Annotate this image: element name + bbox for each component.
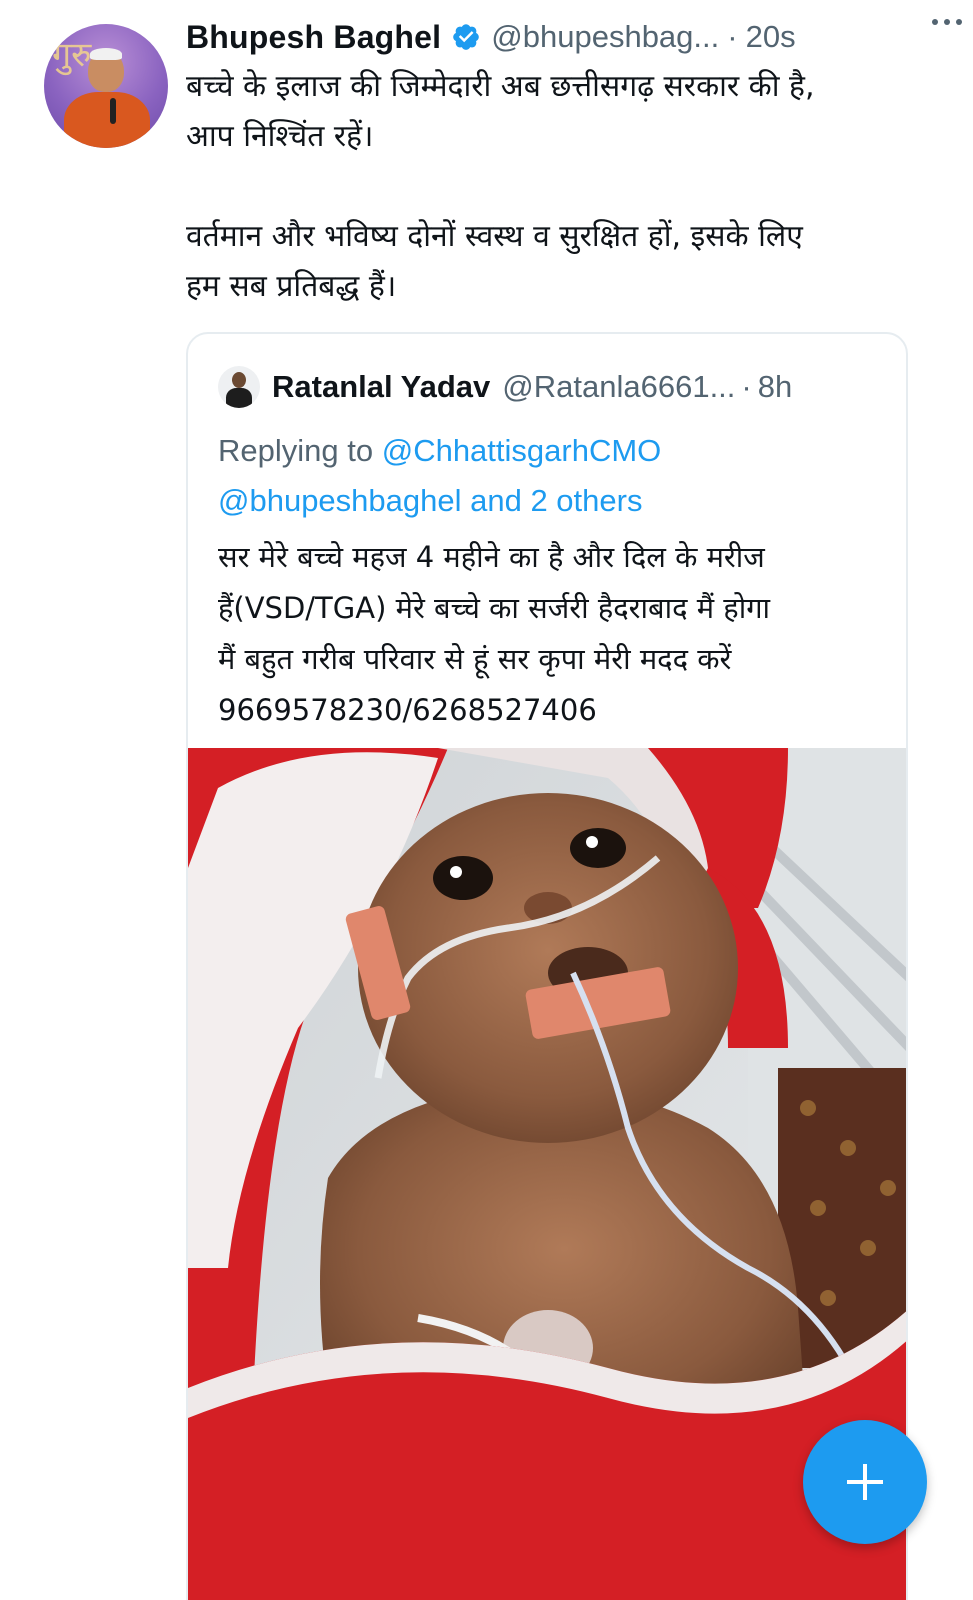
quoted-avatar-body — [226, 388, 252, 408]
tweet-body: बच्चे के इलाज की जिम्मेदारी अब छत्तीसगढ़… — [186, 62, 916, 312]
quoted-author-avatar — [218, 366, 260, 408]
replying-to-line: Replying to @ChhattisgarhCMO @bhupeshbag… — [218, 426, 878, 526]
microphone-icon — [110, 98, 116, 124]
tweet-timestamp[interactable]: 20s — [746, 19, 796, 55]
quoted-author-display-name: Ratanlal Yadav — [272, 369, 491, 404]
more-horizontal-icon[interactable] — [929, 10, 965, 34]
quoted-text-line: हैं(VSD/TGA) मेरे बच्चे का सर्जरी हैदराब… — [218, 591, 771, 625]
quoted-author-handle: @Ratanla6661... — [502, 369, 736, 404]
mention-link[interactable]: @ChhattisgarhCMO — [382, 433, 662, 468]
mention-link[interactable]: @bhupeshbaghel and 2 others — [218, 483, 642, 518]
author-avatar[interactable]: गुरु — [44, 24, 168, 148]
tweet-text-line: हम सब प्रतिबद्ध हैं। — [186, 269, 397, 304]
tweet-text-line: बच्चे के इलाज की जिम्मेदारी अब छत्तीसगढ़… — [186, 69, 815, 104]
plus-icon — [847, 1464, 883, 1500]
author-handle[interactable]: @bhupeshbag... — [491, 19, 719, 55]
quoted-tweet-header: Ratanlal Yadav @Ratanla6661... · 8h — [218, 364, 792, 410]
quoted-avatar-head — [232, 372, 246, 388]
replying-prefix: Replying to — [218, 433, 374, 468]
separator-dot: · — [741, 369, 752, 404]
quoted-tweet-card[interactable]: Ratanlal Yadav @Ratanla6661... · 8h Repl… — [186, 332, 908, 1600]
verified-badge-icon — [453, 24, 480, 50]
infant-photo — [188, 748, 906, 1600]
quoted-text-line: मैं बहुत गरीब परिवार से हूं सर कृपा मेरी… — [218, 642, 732, 676]
avatar-decoration-text: गुरु — [52, 35, 92, 75]
tweet-text-line: वर्तमान और भविष्य दोनों स्वस्थ व सुरक्षि… — [186, 219, 803, 254]
compose-tweet-button[interactable] — [803, 1420, 927, 1544]
separator-dot: · — [727, 19, 738, 54]
quoted-text-line: 9669578230/6268527406 — [218, 693, 597, 727]
quoted-tweet-body: सर मेरे बच्चे महज 4 महीने का है और दिल क… — [218, 532, 888, 736]
quoted-tweet-photo[interactable] — [188, 748, 906, 1600]
author-display-name[interactable]: Bhupesh Baghel — [186, 19, 441, 56]
tweet-text-line: आप निश्चिंत रहें। — [186, 119, 374, 154]
tweet-detail-screen: गुरु Bhupesh Baghel @bhupeshbag... · 20s… — [0, 0, 973, 1600]
quoted-text-line: सर मेरे बच्चे महज 4 महीने का है और दिल क… — [218, 540, 765, 574]
tweet-header: Bhupesh Baghel @bhupeshbag... · 20s — [186, 14, 916, 60]
avatar-figure-hair — [90, 48, 122, 60]
quoted-tweet-timestamp: 8h — [757, 369, 793, 404]
avatar-figure-body — [64, 92, 150, 148]
